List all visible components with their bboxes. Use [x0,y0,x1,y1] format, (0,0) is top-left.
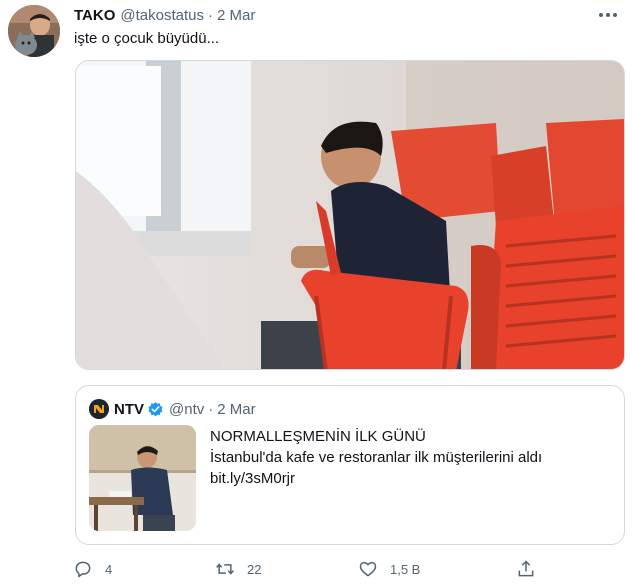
quoted-card: NORMALLEŞMENİN İLK GÜNÜ İstanbul'da kafe… [210,426,542,489]
author-handle[interactable]: @takostatus [120,6,204,26]
tweet-header: TAKO @takostatus · 2 Mar [74,6,255,26]
thumbnail-man-at-table [89,425,196,531]
quoted-thumbnail[interactable] [89,425,196,531]
quoted-separator-dot: · [208,400,214,418]
quoted-card-text: İstanbul'da kafe ve restoranlar ilk müşt… [210,449,543,466]
reply-icon [75,561,91,578]
quoted-tweet[interactable]: NTV @ntv · 2 Mar NORMALLEŞMENİN İLK GÜNÜ… [75,385,625,545]
quoted-author-name[interactable]: NTV [114,401,144,418]
like-button[interactable]: 1,5 B [358,558,420,580]
tweet[interactable]: TAKO @takostatus · 2 Mar işte o çocuk bü… [0,0,635,588]
quoted-card-link[interactable]: bit.ly/3sM0rjr [210,468,542,489]
tweet-text: işte o çocuk büyüdü... [74,30,220,47]
photo-boy-on-red-chairs [76,61,624,369]
share-button[interactable] [516,558,536,580]
quoted-card-title: NORMALLEŞMENİN İLK GÜNÜ [210,428,426,445]
avatar-image [8,5,60,57]
more-icon[interactable] [595,6,621,24]
verified-badge-icon [148,401,163,416]
tweet-photo[interactable] [75,60,625,370]
author-avatar[interactable] [8,5,60,57]
quoted-author-handle[interactable]: @ntv [169,401,204,418]
tweet-actions: 4 22 1,5 B [73,558,613,580]
share-icon [518,560,534,577]
like-count: 1,5 B [390,561,421,577]
quoted-header: NTV @ntv · 2 Mar [89,399,256,419]
reply-button[interactable]: 4 [73,558,112,580]
separator-dot: · [208,7,213,24]
reply-count: 4 [105,561,113,577]
author-name[interactable]: TAKO [74,6,115,26]
ntv-logo-icon [89,399,109,419]
tweet-date[interactable]: 2 Mar [217,6,255,26]
retweet-icon [216,563,234,575]
quoted-date[interactable]: 2 Mar [217,401,255,418]
heart-icon [359,561,377,577]
retweet-button[interactable]: 22 [215,558,261,580]
retweet-count: 22 [247,561,262,577]
